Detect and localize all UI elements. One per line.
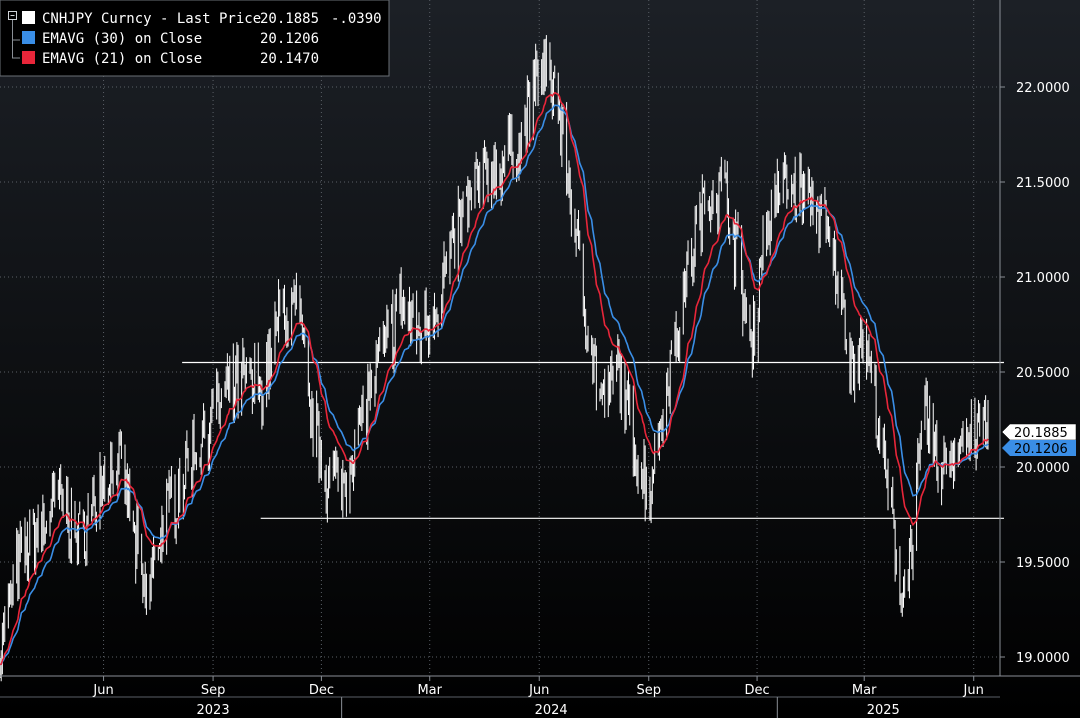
legend-change: -.0390 <box>331 11 382 27</box>
legend-label: EMAVG (30) on Close <box>42 31 202 47</box>
x-tick-label: Sep <box>636 683 661 698</box>
last-value-tag: 20.1885 <box>1001 423 1077 441</box>
x-tick-label: Jun <box>528 683 549 698</box>
legend-swatch <box>22 51 35 64</box>
x-tick-label: Dec <box>744 683 769 698</box>
legend-label: CNHJPY Curncy - Last Price <box>42 11 261 27</box>
y-tick-label: 19.5000 <box>1016 556 1070 571</box>
x-tick-label: Mar <box>852 683 877 698</box>
x-tick-label: Mar <box>417 683 442 698</box>
legend-label: EMAVG (21) on Close <box>42 51 202 67</box>
legend-swatch <box>22 11 35 24</box>
x-tick-label: Sep <box>201 683 226 698</box>
x-year-label: 2024 <box>535 703 568 718</box>
price-chart: 22.0000 21.5000 21.0000 20.5000 20.0000 19.50… <box>0 0 1080 718</box>
tag-value: 20.1885 <box>1014 426 1068 441</box>
last-value-tags: 20.188520.1206 <box>1001 423 1077 457</box>
x-tick-label: Jun <box>963 683 984 698</box>
x-tick-label: Dec <box>309 683 334 698</box>
y-tick-label: 22.0000 <box>1016 81 1070 96</box>
x-year-label: 2023 <box>197 703 230 718</box>
legend-row[interactable]: EMAVG (30) on Close 20.1206 <box>22 31 319 47</box>
y-tick-label: 20.5000 <box>1016 366 1070 381</box>
y-tick-label: 20.0000 <box>1016 461 1070 476</box>
tag-value: 20.1206 <box>1014 442 1068 457</box>
legend-row[interactable]: EMAVG (21) on Close 20.1470 <box>22 51 319 67</box>
legend-value: 20.1206 <box>260 31 319 47</box>
chart-root: 22.0000 21.5000 21.0000 20.5000 20.0000 19.50… <box>0 0 1080 718</box>
x-tick-label: Jun <box>92 683 113 698</box>
legend-value: 20.1885 <box>260 11 319 27</box>
legend-value: 20.1470 <box>260 51 319 67</box>
last-value-tag: 20.1206 <box>1002 440 1076 457</box>
x-year-label: 2025 <box>867 703 900 718</box>
y-tick-label: 21.0000 <box>1016 271 1070 286</box>
legend-swatch <box>22 31 35 44</box>
y-tick-label: 21.5000 <box>1016 176 1070 191</box>
plot-background <box>0 0 1080 718</box>
y-tick-label: 19.0000 <box>1016 651 1070 666</box>
legend[interactable]: CNHJPY Curncy - Last Price20.1885 -.0390 E… <box>0 0 390 77</box>
